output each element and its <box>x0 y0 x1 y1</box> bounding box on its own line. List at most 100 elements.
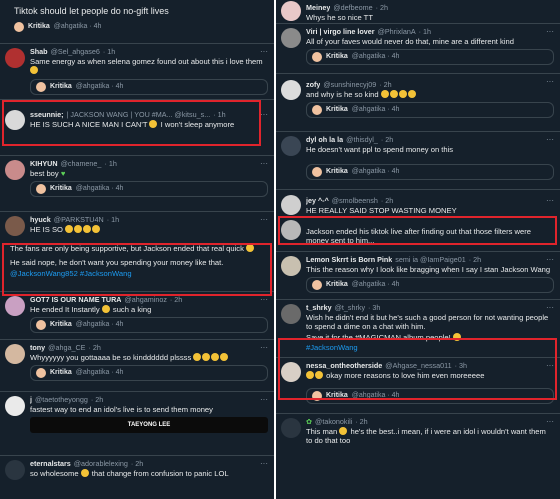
timestamp[interactable]: · 2h <box>379 80 391 89</box>
avatar[interactable] <box>281 80 301 100</box>
more-icon[interactable]: ··· <box>546 27 554 37</box>
display-name[interactable]: t_shrky <box>306 303 332 312</box>
more-icon[interactable]: ··· <box>260 295 268 305</box>
avatar[interactable] <box>5 396 25 416</box>
display-name[interactable]: nessa_ontheotherside <box>306 361 382 370</box>
timestamp[interactable]: · 2h <box>91 395 103 404</box>
avatar[interactable] <box>281 28 301 48</box>
handle[interactable]: @thisdyl_ <box>346 135 378 144</box>
display-name[interactable]: jey ^-^ <box>306 196 329 205</box>
timestamp[interactable]: · 2h <box>170 295 182 304</box>
display-name[interactable]: tony <box>30 343 45 352</box>
more-icon[interactable]: ··· <box>546 361 554 371</box>
tweet-3[interactable]: KIHYUN @chamene_ · 1h ··· best boy ♥ Kriti… <box>0 156 274 212</box>
more-icon[interactable]: ··· <box>546 255 554 265</box>
quoted-tweet[interactable]: Kritika @ahgatika · 4h <box>14 20 268 34</box>
timestamp[interactable]: · 2h <box>376 3 388 12</box>
more-icon[interactable]: ··· <box>260 159 268 169</box>
handle[interactable]: @Sel_ahgase6 <box>51 47 100 56</box>
tweet-0[interactable]: Tiktok should let people do no-gift live… <box>0 0 274 44</box>
more-icon[interactable]: ··· <box>260 110 268 120</box>
timestamp[interactable]: · 1h <box>103 47 115 56</box>
handle[interactable]: @taetotheyongg <box>35 395 88 404</box>
avatar[interactable] <box>5 296 25 316</box>
avatar[interactable] <box>5 344 25 364</box>
handle[interactable]: | JACKSON WANG | YOU #MA... @kitsu_s... <box>67 110 211 119</box>
tweet-18[interactable]: nessa_ontheotherside @Ahgase_nessa011 · 3h… <box>276 358 560 414</box>
avatar[interactable] <box>5 216 25 236</box>
handle[interactable]: @takonokili <box>315 417 352 426</box>
display-name[interactable]: Shab <box>30 47 48 56</box>
display-name[interactable]: j <box>30 395 32 404</box>
display-name[interactable]: dyl oh la la <box>306 135 343 144</box>
display-name[interactable]: KIHYUN <box>30 159 58 168</box>
timestamp[interactable]: · 3h <box>455 361 467 370</box>
timestamp[interactable]: · 2h <box>469 255 481 264</box>
display-name[interactable]: Lemon Skrrt is Born Pink <box>306 255 392 264</box>
more-icon[interactable]: ··· <box>260 215 268 225</box>
avatar[interactable] <box>281 136 301 156</box>
display-name[interactable]: hyuck <box>30 215 51 224</box>
more-icon[interactable]: ··· <box>546 135 554 145</box>
more-icon[interactable]: ··· <box>260 459 268 469</box>
quoted-tweet[interactable]: Kritika @ahgatika · 4h <box>306 102 554 119</box>
handle[interactable]: @defbeome <box>333 3 372 12</box>
timestamp[interactable]: · 1h <box>104 159 116 168</box>
avatar[interactable] <box>281 256 301 276</box>
more-icon[interactable]: ··· <box>260 395 268 405</box>
tweet-8[interactable]: j @taetotheyongg · 2h ··· fastest way to e… <box>0 392 274 456</box>
timestamp[interactable]: · 1h <box>107 215 119 224</box>
avatar[interactable] <box>5 460 25 480</box>
avatar[interactable] <box>281 220 301 240</box>
avatar[interactable] <box>281 304 301 324</box>
timestamp[interactable]: · 3h <box>368 303 380 312</box>
handle[interactable]: @sunshinecyj09 <box>323 80 376 89</box>
tweet-2[interactable]: sseunnie; | JACKSON WANG | YOU #MA... @ki… <box>0 100 274 156</box>
handle[interactable]: @t_shrky <box>335 303 365 312</box>
tweet-13[interactable]: dyl oh la la @thisdyl_ · 2h ··· He doesn't… <box>276 132 560 190</box>
handle[interactable]: semi ia @IamPaige01 <box>395 255 465 264</box>
timestamp[interactable]: · 2h <box>381 196 393 205</box>
timestamp[interactable]: · 1h <box>419 27 431 36</box>
tweet-9[interactable]: eternalstars @adorablelexing · 2h ··· so w… <box>0 456 274 486</box>
tweet-14[interactable]: jey ^-^ @smolbeensh · 2h ··· HE REALLY SAI… <box>276 190 560 218</box>
display-name[interactable]: Meiney <box>306 3 330 12</box>
quoted-tweet[interactable]: Kritika @ahgatika · 4h <box>306 164 554 181</box>
display-name[interactable]: Viri | virgo line lover <box>306 27 375 36</box>
tweet-4[interactable]: hyuck @PARKSTU4N · 1h ··· HE IS SO <box>0 212 274 240</box>
tweet-19[interactable]: ✿ @takonokili · 2h ··· This man he's the b… <box>276 414 560 450</box>
hashtag-link[interactable]: #JacksonWang <box>306 343 554 352</box>
more-icon[interactable]: ··· <box>546 303 554 313</box>
tweet-17[interactable]: t_shrky @t_shrky · 3h ··· Wish he didn't e… <box>276 300 560 358</box>
timestamp[interactable]: · 2h <box>381 135 393 144</box>
handle[interactable]: @Ahgase_nessa011 <box>385 361 451 370</box>
tweet-7[interactable]: tony @ahga_CE · 2h ··· Whyyyyyy you gottaa… <box>0 340 274 392</box>
quoted-tweet[interactable]: Kritika @ahgatika · 4h <box>30 78 268 95</box>
tweet-1[interactable]: Shab @Sel_ahgase6 · 1h ··· Same energy as … <box>0 44 274 100</box>
more-icon[interactable]: ··· <box>546 196 554 206</box>
video-thumbnail[interactable]: TAEYONG LEE <box>30 417 268 434</box>
handle[interactable]: @smolbeensh <box>332 196 378 205</box>
display-name[interactable]: GOT7 IS OUR NAME TURA <box>30 295 121 304</box>
tweet-6[interactable]: GOT7 IS OUR NAME TURA @ahgaminoz · 2h ··· … <box>0 292 274 340</box>
handle[interactable]: @PARKSTU4N <box>54 215 104 224</box>
avatar[interactable] <box>281 1 301 21</box>
timestamp[interactable]: · 2h <box>88 343 100 352</box>
tweet-11[interactable]: Viri | virgo line lover @PhrixlanA · 1h ··… <box>276 24 560 74</box>
tweet-5[interactable]: The fans are only being supportive, but … <box>0 240 274 292</box>
more-icon[interactable]: ··· <box>260 343 268 353</box>
quoted-tweet[interactable]: Kritika @ahgatika · 4h <box>30 365 268 382</box>
handle[interactable]: @ahga_CE <box>48 343 85 352</box>
avatar[interactable] <box>281 195 301 215</box>
handle[interactable]: @PhrixlanA <box>378 27 416 36</box>
handle[interactable]: @ahgaminoz <box>124 295 166 304</box>
quoted-tweet[interactable]: Kritika @ahgatika · 4h <box>30 181 268 198</box>
tweet-15[interactable]: Jackson ended his tiktok live after find… <box>276 218 560 252</box>
avatar[interactable] <box>5 160 25 180</box>
avatar[interactable] <box>5 110 25 130</box>
quoted-tweet[interactable]: Kritika @ahgatika · 4h <box>306 277 554 294</box>
handle[interactable]: @chamene_ <box>61 159 102 168</box>
display-name[interactable]: zofy <box>306 80 320 89</box>
timestamp[interactable]: · 2h <box>355 417 367 426</box>
timestamp[interactable]: · 2h <box>131 459 143 468</box>
